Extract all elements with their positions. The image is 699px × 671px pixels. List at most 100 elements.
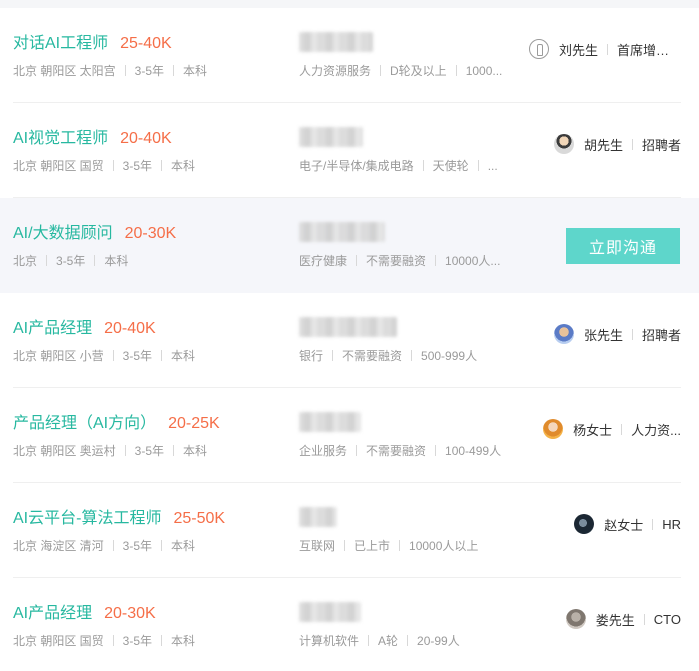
recruiter-role: HR — [662, 516, 681, 532]
job-experience: 3-5年 — [122, 349, 153, 363]
company-tags: 电子/半导体/集成电路 天使轮... — [299, 158, 498, 174]
job-title-row: 产品经理（AI方向） 20-25K — [13, 414, 220, 434]
company-name-blurred[interactable] — [299, 507, 337, 527]
job-education: 本科 — [171, 539, 196, 553]
company-name-blurred[interactable] — [299, 317, 397, 337]
company-industry: 企业服务 — [299, 444, 348, 458]
job-location: 北京 — [13, 254, 38, 268]
recruiter-info[interactable]: 娄先生 CTO — [565, 609, 681, 629]
job-title-row: 对话AI工程师 25-40K — [13, 34, 172, 54]
divider — [124, 65, 126, 76]
user-avatar — [574, 514, 595, 534]
salary-label: 20-30K — [124, 225, 177, 242]
recruiter-role: 人力资... — [631, 422, 681, 438]
divider — [344, 540, 346, 551]
salary-label: 20-40K — [104, 320, 156, 337]
company-size: 10000人... — [445, 254, 501, 268]
company-size: 100-499人 — [445, 444, 502, 458]
salary-label: 25-50K — [173, 510, 226, 527]
company-funding: 不需要融资 — [342, 349, 403, 363]
job-experience: 3-5年 — [134, 444, 165, 458]
job-location: 北京 朝阳区 国贸 — [13, 634, 104, 648]
job-location: 北京 朝阳区 太阳宫 — [13, 64, 116, 78]
company-name-blurred[interactable] — [299, 222, 385, 242]
job-requirements: 北京 朝阳区 小营 3-5年 本科 — [13, 348, 195, 364]
recruiter-info[interactable]: 张先生 招聘者 — [553, 324, 681, 344]
company-size: 20-99人 — [417, 634, 460, 648]
recruiter-role: CTO — [653, 611, 681, 627]
company-funding: D轮及以上 — [390, 64, 447, 78]
job-title-row: AI视觉工程师 20-40K — [13, 129, 172, 149]
job-card[interactable]: AI产品经理 20-40K 北京 朝阳区 小营 3-5年 本科 银行 不需要融资 500-… — [0, 293, 699, 388]
job-experience: 3-5年 — [56, 254, 86, 268]
company-size: 1000... — [465, 64, 503, 78]
company-name-blurred[interactable] — [299, 412, 361, 432]
job-education: 本科 — [183, 444, 208, 458]
recruiter-info[interactable]: 杨女士 人力资... — [543, 419, 681, 439]
divider — [607, 43, 608, 55]
divider — [112, 635, 114, 646]
job-title-link[interactable]: AI/大数据顾问 — [13, 225, 113, 242]
job-location: 北京 朝阳区 奥运村 — [13, 444, 116, 458]
divider — [161, 350, 163, 361]
divider — [161, 160, 163, 171]
job-education: 本科 — [171, 634, 196, 648]
recruiter-role: 首席增长官 — [617, 42, 681, 58]
recruiter-name: 刘先生 — [558, 42, 598, 58]
company-tags: 人力资源服务 D轮及以上 1000... — [299, 63, 502, 79]
divider — [124, 445, 126, 456]
salary-label: 20-40K — [120, 130, 172, 147]
recruiter-info[interactable]: 胡先生 招聘者 — [553, 134, 681, 154]
job-card[interactable]: AI视觉工程师 20-40K 北京 朝阳区 国贸 3-5年 本科 电子/半导体/集成电… — [0, 103, 699, 198]
divider — [435, 445, 437, 456]
job-title-link[interactable]: 对话AI工程师 — [13, 35, 108, 52]
divider — [435, 255, 437, 266]
company-industry: 医疗健康 — [299, 254, 348, 268]
company-funding: 不需要融资 — [366, 444, 427, 458]
company-tags: 医疗健康 不需要融资 10000人... — [299, 253, 500, 269]
job-title-link[interactable]: AI产品经理 — [13, 605, 92, 622]
company-industry: 互联网 — [299, 539, 336, 553]
recruiter-name: 杨女士 — [573, 422, 613, 438]
job-card[interactable]: AI云平台-算法工程师 25-50K 北京 海淀区 清河 3-5年 本科 互联网 已上市… — [0, 483, 699, 578]
recruiter-name: 张先生 — [583, 327, 623, 343]
divider — [652, 518, 654, 530]
job-card[interactable]: AI产品经理 20-30K 北京 朝阳区 国贸 3-5年 本科 计算机软件 A轮 20-9… — [0, 578, 699, 671]
divider — [621, 423, 623, 435]
divider — [173, 65, 175, 76]
recruiter-name: 胡先生 — [583, 137, 623, 153]
job-title-link[interactable]: AI云平台-算法工程师 — [13, 510, 161, 527]
top-divider-strip — [0, 0, 699, 8]
chat-now-button[interactable]: 立即沟通 — [566, 228, 680, 264]
user-avatar — [553, 324, 574, 344]
salary-label: 25-40K — [120, 35, 172, 52]
job-experience: 3-5年 — [134, 64, 165, 78]
job-card[interactable]: 产品经理（AI方向） 20-25K 北京 朝阳区 奥运村 3-5年 本科 企业服务 不需… — [0, 388, 699, 483]
job-requirements: 北京 朝阳区 奥运村 3-5年 本科 — [13, 443, 207, 459]
job-title-link[interactable]: AI产品经理 — [13, 320, 92, 337]
job-experience: 3-5年 — [122, 539, 153, 553]
divider — [399, 540, 401, 551]
company-funding: 已上市 — [354, 539, 391, 553]
company-industry: 计算机软件 — [299, 634, 360, 648]
company-name-blurred[interactable] — [299, 127, 363, 147]
company-name-blurred[interactable] — [299, 32, 373, 52]
job-title-link[interactable]: AI视觉工程师 — [13, 130, 108, 147]
job-card-highlighted[interactable]: AI/大数据顾问 20-30K 北京 3-5年 本科 医疗健康 不需要融资 10000人.… — [0, 198, 699, 293]
company-size: ... — [487, 159, 498, 173]
divider — [643, 613, 645, 625]
company-industry: 电子/半导体/集成电路 — [299, 159, 414, 173]
job-list-page: 对话AI工程师 25-40K 北京 朝阳区 太阳宫 3-5年 本科 人力资源服务 D轮及… — [0, 0, 699, 671]
company-funding: 不需要融资 — [366, 254, 427, 268]
company-name-blurred[interactable] — [299, 602, 361, 622]
recruiter-name: 娄先生 — [595, 612, 635, 628]
recruiter-role: 招聘者 — [641, 327, 681, 343]
divider — [332, 350, 334, 361]
job-title-link[interactable]: 产品经理（AI方向） — [13, 415, 156, 432]
recruiter-info[interactable]: 赵女士 HR — [574, 514, 681, 534]
recruiter-info[interactable]: 刘先生 首席增长官 — [528, 39, 681, 59]
job-experience: 3-5年 — [122, 159, 153, 173]
divider — [477, 160, 479, 171]
company-industry: 银行 — [299, 349, 324, 363]
job-card[interactable]: 对话AI工程师 25-40K 北京 朝阳区 太阳宫 3-5年 本科 人力资源服务 D轮及… — [0, 8, 699, 103]
